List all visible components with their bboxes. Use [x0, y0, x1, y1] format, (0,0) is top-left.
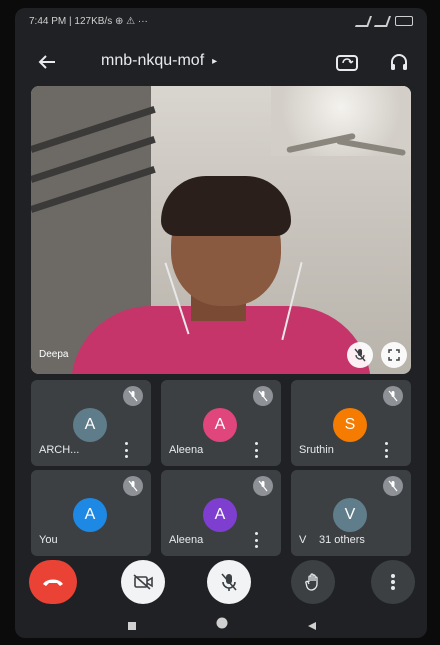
home-circle-icon [216, 617, 228, 629]
participant-name: Aleena [169, 534, 204, 546]
participant-avatar: V [333, 498, 367, 532]
participant-mic-off-badge [253, 476, 273, 496]
system-navigation-bar [15, 612, 427, 638]
participant-mic-off-badge [383, 386, 403, 406]
participant-tile[interactable]: A Aleena [161, 470, 281, 556]
switch-camera-icon [336, 55, 358, 71]
signal-icon [354, 15, 373, 27]
more-options-button[interactable] [371, 560, 415, 604]
speaker-name-label: Deepa [39, 349, 69, 360]
back-triangle-icon [308, 622, 316, 630]
raise-hand-icon [305, 573, 318, 591]
status-time: 7:44 PM | 127KB/s ⊕ ⚠ ··· [29, 15, 148, 27]
mic-off-icon [388, 390, 398, 402]
battery-icon [395, 16, 413, 26]
recents-square-icon [128, 622, 136, 630]
headphones-icon [391, 54, 407, 70]
participant-mic-off-badge [253, 386, 273, 406]
participant-more-button[interactable] [121, 442, 131, 458]
main-speaker-video[interactable]: Deepa [31, 86, 411, 374]
mic-off-icon [221, 573, 237, 591]
raise-hand-button[interactable] [291, 560, 335, 604]
participant-avatar: S [333, 408, 367, 442]
meeting-code-button[interactable]: mnb-nkqu-mof ▸ [101, 52, 217, 70]
participant-tile-others[interactable]: V V 31 others [291, 470, 411, 556]
video-off-icon [133, 574, 153, 590]
back-arrow-icon [38, 55, 55, 69]
chevron-right-icon: ▸ [212, 55, 218, 67]
status-bar: 7:44 PM | 127KB/s ⊕ ⚠ ··· [15, 8, 427, 34]
meet-app-screen: 7:44 PM | 127KB/s ⊕ ⚠ ··· mnb-nkqu-mof ▸ [15, 8, 427, 638]
nav-back-button[interactable] [307, 618, 317, 636]
participant-name: ARCH... [39, 444, 80, 456]
call-controls [15, 560, 427, 604]
mic-off-icon [354, 348, 366, 362]
mic-off-icon [128, 480, 138, 492]
wifi-icon [373, 15, 392, 27]
video-background-fan [286, 126, 406, 166]
camera-toggle-button[interactable] [121, 560, 165, 604]
end-call-button[interactable] [29, 560, 77, 604]
end-call-icon [43, 579, 63, 586]
participant-avatar: A [73, 498, 107, 532]
participant-name: You [39, 534, 58, 546]
participant-mic-off-badge [123, 386, 143, 406]
participant-avatar: A [203, 498, 237, 532]
participant-mic-off-badge [123, 476, 143, 496]
participant-avatar: A [73, 408, 107, 442]
participant-name: Aleena [169, 444, 204, 456]
mic-off-icon [258, 480, 268, 492]
speaker-mic-off-badge [347, 342, 373, 368]
status-indicators [354, 15, 413, 27]
participant-more-button[interactable] [251, 532, 261, 548]
mic-toggle-button[interactable] [207, 560, 251, 604]
speaker-hair [161, 176, 291, 236]
participant-more-button[interactable] [381, 442, 391, 458]
participant-tile[interactable]: S Sruthin [291, 380, 411, 466]
participant-name: V [299, 534, 307, 546]
participant-tile[interactable]: A You [31, 470, 151, 556]
back-button[interactable] [33, 48, 61, 76]
participant-more-button[interactable] [251, 442, 261, 458]
participant-tile[interactable]: A Aleena [161, 380, 281, 466]
fullscreen-icon [388, 349, 400, 361]
participant-mic-off-badge [383, 476, 403, 496]
audio-output-button[interactable] [385, 48, 413, 76]
home-button[interactable] [215, 616, 229, 635]
participant-tile[interactable]: A ARCH... [31, 380, 151, 466]
mic-off-icon [128, 390, 138, 402]
others-count-label: 31 others [319, 534, 365, 546]
participant-name: Sruthin [299, 444, 334, 456]
mic-off-icon [258, 390, 268, 402]
mic-off-icon [388, 480, 398, 492]
participant-avatar: A [203, 408, 237, 442]
recents-button[interactable] [127, 618, 137, 636]
fullscreen-button[interactable] [381, 342, 407, 368]
meeting-code: mnb-nkqu-mof [101, 52, 205, 69]
more-options-icon [391, 574, 395, 590]
meeting-top-bar: mnb-nkqu-mof ▸ [15, 40, 427, 84]
switch-camera-button[interactable] [333, 48, 361, 76]
